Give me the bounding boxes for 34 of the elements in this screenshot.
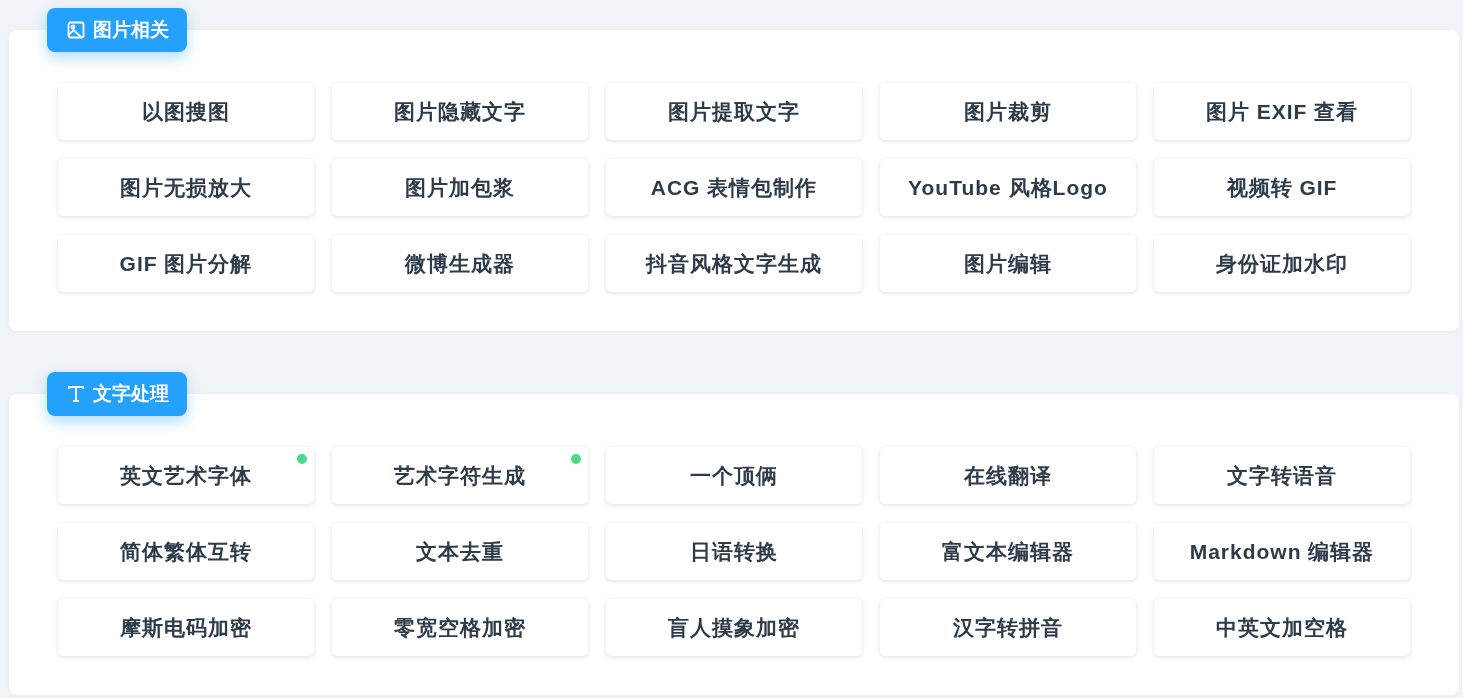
tool-button[interactable]: 文本去重 [332,523,588,580]
tool-button[interactable]: 图片编辑 [880,235,1136,292]
tool-button[interactable]: 艺术字符生成 [332,447,588,504]
tool-button[interactable]: 富文本编辑器 [880,523,1136,580]
tool-button[interactable]: 图片裁剪 [880,83,1136,140]
image-icon [67,21,85,39]
tool-button[interactable]: 日语转换 [606,523,862,580]
section-badge: 图片相关 [47,8,187,52]
tool-button[interactable]: 英文艺术字体 [58,447,314,504]
tool-button[interactable]: 在线翻译 [880,447,1136,504]
tool-button[interactable]: 汉字转拼音 [880,599,1136,656]
tool-button[interactable]: 图片 EXIF 查看 [1154,83,1410,140]
section-badge: 文字处理 [47,372,187,416]
tool-button[interactable]: 中英文加空格 [1154,599,1410,656]
tool-button[interactable]: 文字转语音 [1154,447,1410,504]
tool-button[interactable]: 以图搜图 [58,83,314,140]
tool-button[interactable]: 图片无损放大 [58,159,314,216]
tool-button[interactable]: 零宽空格加密 [332,599,588,656]
tool-button[interactable]: 图片加包浆 [332,159,588,216]
tool-button[interactable]: 图片隐藏文字 [332,83,588,140]
tool-button[interactable]: Markdown 编辑器 [1154,523,1410,580]
tool-button[interactable]: ACG 表情包制作 [606,159,862,216]
tool-button[interactable]: 视频转 GIF [1154,159,1410,216]
tool-button[interactable]: GIF 图片分解 [58,235,314,292]
text-icon [67,385,85,403]
tool-button[interactable]: 图片提取文字 [606,83,862,140]
tool-button[interactable]: 身份证加水印 [1154,235,1410,292]
tool-button[interactable]: 摩斯电码加密 [58,599,314,656]
tool-button[interactable]: 盲人摸象加密 [606,599,862,656]
tool-button[interactable]: 抖音风格文字生成 [606,235,862,292]
tool-button[interactable]: 简体繁体互转 [58,523,314,580]
tool-button[interactable]: YouTube 风格Logo [880,159,1136,216]
tool-button[interactable]: 微博生成器 [332,235,588,292]
tool-button[interactable]: 一个顶俩 [606,447,862,504]
